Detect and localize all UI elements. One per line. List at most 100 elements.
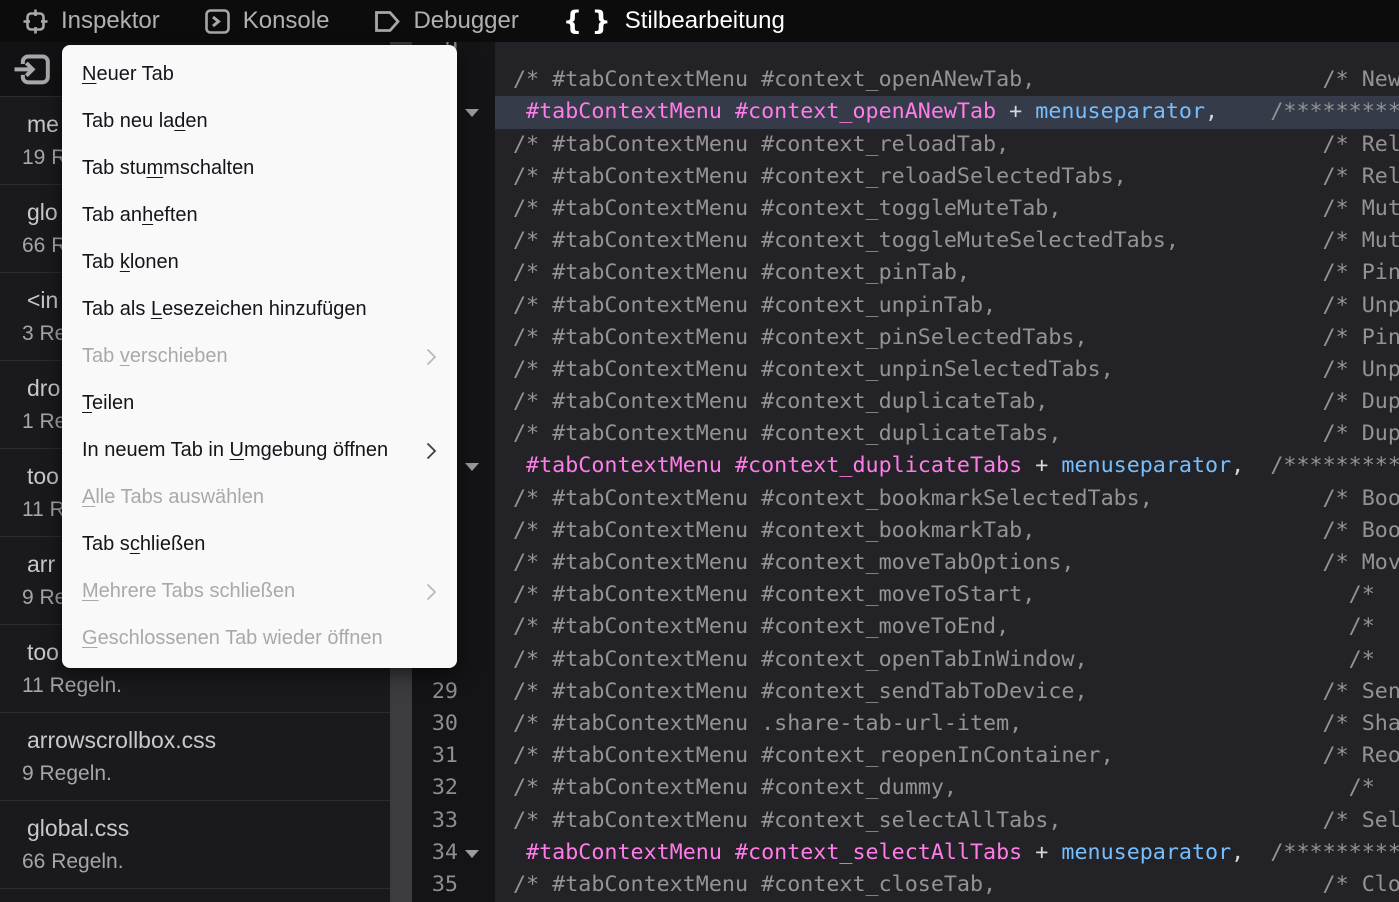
code-token: , xyxy=(1231,453,1244,478)
code-text: /* #tabContextMenu #context_moveToEnd, /… xyxy=(495,611,1399,643)
menu-item-label-post: eilen xyxy=(92,392,134,414)
code-line-33[interactable]: 33/* #tabContextMenu #context_selectAllT… xyxy=(412,805,1399,837)
code-line-16[interactable]: 16/* #tabContextMenu #context_pinTab, /*… xyxy=(412,257,1399,289)
code-line-22[interactable]: 22 #tabContextMenu #context_duplicateTab… xyxy=(412,450,1399,482)
code-text: /* #tabContextMenu #context_dummy, /* xyxy=(495,772,1399,804)
submenu-chevron-icon xyxy=(426,583,437,601)
code-text: /* #tabContextMenu #context_toggleMuteSe… xyxy=(495,225,1399,257)
code-line-15[interactable]: 15/* #tabContextMenu #context_toggleMute… xyxy=(412,225,1399,257)
stylesheet-list-item[interactable]: arrowscrollbox.css9 Regeln. xyxy=(0,713,390,801)
code-line-13[interactable]: 13/* #tabContextMenu #context_reloadSele… xyxy=(412,161,1399,193)
stylesheet-list-item[interactable]: global.css66 Regeln. xyxy=(0,801,390,889)
right-comment: /* Unp xyxy=(1323,293,1399,318)
code-text: /* #tabContextMenu #context_pinSelectedT… xyxy=(495,322,1399,354)
menu-item-bookmark-tab[interactable]: Tab als Lesezeichen hinzufügen xyxy=(62,286,457,333)
menu-item-label-pre: Tab stu xyxy=(82,157,146,179)
fold-arrow-icon[interactable] xyxy=(465,109,479,117)
code-line-27[interactable]: 27/* #tabContextMenu #context_moveToEnd,… xyxy=(412,611,1399,643)
right-comment: /* Reo xyxy=(1323,743,1399,768)
menu-item-accesskey: G xyxy=(82,627,98,649)
line-number: 35 xyxy=(412,869,458,901)
code-text: #tabContextMenu #context_duplicateTabs +… xyxy=(495,450,1399,482)
code-line-21[interactable]: 21/* #tabContextMenu #context_duplicateT… xyxy=(412,418,1399,450)
code-line-17[interactable]: 17/* #tabContextMenu #context_unpinTab, … xyxy=(412,290,1399,322)
right-comment: /* Rel xyxy=(1323,132,1399,157)
code-line-10[interactable]: 10/* #tabContextMenu #context_openANewTa… xyxy=(412,64,1399,96)
menu-item-reopen-in-container[interactable]: In neuem Tab in Umgebung öffnen xyxy=(62,427,457,474)
code-line-31[interactable]: 31 /* #tabContextMenu #context_reopenInCo… xyxy=(412,740,1399,772)
code-line-12[interactable]: 12/* #tabContextMenu #context_reloadTab,… xyxy=(412,129,1399,161)
code-line-26[interactable]: 26/* #tabContextMenu #context_moveToStar… xyxy=(412,579,1399,611)
import-stylesheet-button[interactable] xyxy=(12,48,52,90)
menu-item-accesskey: d xyxy=(174,110,185,132)
code-line-30[interactable]: 30/* #tabContextMenu .share-tab-url-item… xyxy=(412,708,1399,740)
code-line-20[interactable]: 20/* #tabContextMenu #context_duplicateT… xyxy=(412,386,1399,418)
menu-item-label-pre: Tab an xyxy=(82,204,142,226)
code-line-25[interactable]: 25/* #tabContextMenu #context_moveTabOpt… xyxy=(412,547,1399,579)
menu-item-accesskey: v xyxy=(120,345,130,367)
menu-item-label-post: hließen xyxy=(140,533,206,555)
tab-style-editor[interactable]: { } Stilbearbeitung xyxy=(541,0,807,42)
menu-item-label-pre: In neuem Tab in xyxy=(82,439,230,461)
menu-item-accesskey: U xyxy=(230,439,244,461)
code-line-18[interactable]: 18/* #tabContextMenu #context_pinSelecte… xyxy=(412,322,1399,354)
menu-item-mute-tab[interactable]: Tab stummschalten xyxy=(62,145,457,192)
menu-item-close-multiple-tabs[interactable]: Mehrere Tabs schließen xyxy=(62,568,457,615)
code-line-28[interactable]: 28/* #tabContextMenu #context_openTabInW… xyxy=(412,644,1399,676)
code-text: #tabContextMenu #context_selectAllTabs +… xyxy=(495,837,1399,869)
line-number: 31 xyxy=(412,740,458,772)
code-text xyxy=(495,42,1399,64)
menu-item-move-tab[interactable]: Tab verschieben xyxy=(62,333,457,380)
menu-item-new-tab[interactable]: Neuer Tab xyxy=(62,51,457,98)
tab-console[interactable]: Konsole xyxy=(182,0,352,42)
code-text: /* #tabContextMenu #context_openANewTab,… xyxy=(495,64,1399,96)
menu-item-undo-close-tab[interactable]: Geschlossenen Tab wieder öffnen xyxy=(62,615,457,662)
menu-item-label-pre: Tab xyxy=(82,251,120,273)
right-comment: /* Pin xyxy=(1323,325,1399,350)
tab-debugger[interactable]: Debugger xyxy=(351,0,540,42)
menu-item-select-all-tabs[interactable]: Alle Tabs auswählen xyxy=(62,474,457,521)
code-line-9[interactable]: 9 xyxy=(412,42,1399,64)
menu-item-label-post: esezeichen hinzufügen xyxy=(162,298,367,320)
code-text: /* #tabContextMenu #context_reopenInCont… xyxy=(495,740,1399,772)
tab-context-menu: Neuer TabTab neu ladenTab stummschaltenT… xyxy=(62,45,457,668)
code-line-23[interactable]: 23/* #tabContextMenu #context_bookmarkSe… xyxy=(412,483,1399,515)
right-comment: /* New xyxy=(1323,67,1399,92)
code-token: /* #tabContextMenu #context_openANewTab, xyxy=(513,67,1035,92)
menu-item-label-post: eften xyxy=(153,204,197,226)
right-comment: /* Mut xyxy=(1323,196,1399,221)
right-comment: /* Mov xyxy=(1323,550,1399,575)
fold-arrow-icon[interactable] xyxy=(465,850,479,858)
tab-inspector[interactable]: Inspektor xyxy=(0,0,182,42)
menu-item-close-tab[interactable]: Tab schließen xyxy=(62,521,457,568)
code-line-19[interactable]: 19/* #tabContextMenu #context_unpinSelec… xyxy=(412,354,1399,386)
code-line-29[interactable]: 29/* #tabContextMenu #context_sendTabToD… xyxy=(412,676,1399,708)
code-line-24[interactable]: 24/* #tabContextMenu #context_bookmarkTa… xyxy=(412,515,1399,547)
line-number: 34 xyxy=(412,837,458,869)
code-line-11[interactable]: 11 #tabContextMenu #context_openANewTab … xyxy=(412,96,1399,128)
code-token: /* #tabContextMenu #context_pinSelectedT… xyxy=(513,325,1088,350)
stylesheet-name: arrowscrollbox.css xyxy=(0,727,390,754)
menu-item-duplicate-tab[interactable]: Tab klonen xyxy=(62,239,457,286)
right-comment: /* Boo xyxy=(1323,486,1399,511)
code-line-35[interactable]: 35/* #tabContextMenu #context_closeTab, … xyxy=(412,869,1399,901)
code-token: /* #tabContextMenu #context_toggleMuteTa… xyxy=(513,196,1061,221)
right-comment: /* Dup xyxy=(1323,421,1399,446)
css-editor[interactable]: 910/* #tabContextMenu #context_openANewT… xyxy=(412,42,1399,902)
right-comment: /* xyxy=(1349,614,1375,639)
menu-item-pin-tab[interactable]: Tab anheften xyxy=(62,192,457,239)
menu-item-label-post: eschlossenen Tab wieder öffnen xyxy=(98,627,383,649)
code-line-14[interactable]: 14/* #tabContextMenu #context_toggleMute… xyxy=(412,193,1399,225)
menu-item-accesskey: m xyxy=(146,157,163,179)
menu-item-share-tab[interactable]: Teilen xyxy=(62,380,457,427)
code-token: menuseparator xyxy=(1061,453,1231,478)
fold-arrow-icon[interactable] xyxy=(465,463,479,471)
right-comment: /********** xyxy=(1270,453,1399,478)
menu-item-accesskey: M xyxy=(82,580,99,602)
menu-item-reload-tab[interactable]: Tab neu laden xyxy=(62,98,457,145)
line-number-cell: 31 xyxy=(412,740,495,772)
code-line-34[interactable]: 34 #tabContextMenu #context_selectAllTab… xyxy=(412,837,1399,869)
menu-item-label-pre: Tab neu la xyxy=(82,110,174,132)
right-comment: /********** xyxy=(1270,840,1399,865)
code-line-32[interactable]: 32/* #tabContextMenu #context_dummy, /* xyxy=(412,772,1399,804)
